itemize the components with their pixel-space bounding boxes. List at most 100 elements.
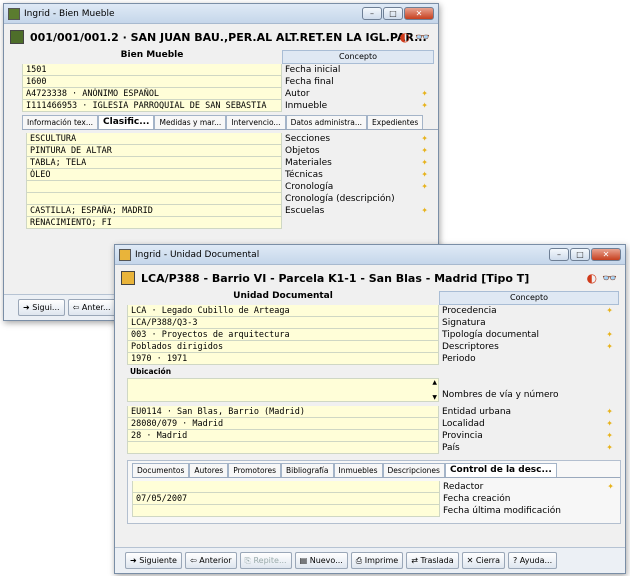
minimize-icon[interactable]: – [362,7,382,20]
tab-4[interactable]: Datos administra... [285,115,368,129]
siguiente-button[interactable]: ➜ Siguiente [125,552,182,569]
lookup-icon[interactable]: ✦ [421,205,428,217]
refresh-icon[interactable]: ◐ [587,271,597,285]
field-label-text: Tipología documental [442,330,539,340]
tab-5[interactable]: Descripciones [382,463,445,477]
field-value[interactable]: RENACIMIENTO; FI [26,217,282,229]
field-row: Fecha última modificación [132,505,620,517]
lookup-icon[interactable]: ✦ [606,341,613,353]
window-title: Ingrid - Bien Mueble [24,8,115,19]
field-value[interactable]: LCA · Legado Cubillo de Arteaga [127,305,439,317]
field-value[interactable]: 1600 [22,76,282,88]
minimize-icon[interactable]: – [549,248,569,261]
field-value[interactable] [26,193,282,205]
scroll-up-icon[interactable]: ▲ [432,379,437,386]
tab-1[interactable]: Autores [189,463,229,477]
field-value[interactable]: LCA/P388/Q3-3 [127,317,439,329]
field-value[interactable]: 003 · Proyectos de arquitectura [127,329,439,341]
lookup-icon[interactable]: ✦ [421,133,428,145]
field-label: Periodo [439,353,619,365]
field-value[interactable] [127,442,439,454]
field-value[interactable]: 07/05/2007 [132,493,440,505]
lookup-icon[interactable]: ✦ [421,145,428,157]
field-label: Provincia ✦ [439,430,619,442]
lookup-icon[interactable]: ✦ [421,169,428,181]
lookup-icon[interactable]: ✦ [607,481,614,493]
lookup-icon[interactable]: ✦ [606,329,613,341]
lookup-icon[interactable]: ✦ [421,157,428,169]
arrow-left-icon: ⇦ [189,556,200,565]
cierra-button[interactable]: ✕ Cierra [461,552,505,569]
lookup-icon[interactable]: ✦ [421,88,428,100]
ubicacion-textarea[interactable]: ▲ ▼ [127,378,439,402]
siguiente-button[interactable]: ➜ Sigui... [18,299,65,316]
lookup-icon[interactable]: ✦ [606,406,613,418]
field-value[interactable]: 28 · Madrid [127,430,439,442]
field-label: Tipología documental ✦ [439,329,619,341]
lookup-icon[interactable]: ✦ [606,430,613,442]
field-value[interactable]: EU0114 · San Blas, Barrio (Madrid) [127,406,439,418]
field-value[interactable]: A4723338 · ANÓNIMO ESPAÑOL [22,88,282,100]
lookup-icon[interactable]: ✦ [606,442,613,454]
repite-button[interactable]: ⎘ Repite... [239,552,292,569]
search-icon[interactable]: 👓 [602,271,617,285]
lookup-icon[interactable]: ✦ [421,100,428,112]
nuevo-button[interactable]: ▤ Nuevo... [294,552,348,569]
anterior-button[interactable]: ⇦ Anter... [67,299,116,316]
record-icon [10,30,24,44]
field-value[interactable] [26,181,282,193]
field-value[interactable]: TABLA; TELA [26,157,282,169]
close-icon[interactable]: ✕ [591,248,621,261]
field-label-text: Objetos [285,146,320,156]
field-label: Fecha creación [440,493,620,505]
tab-3[interactable]: Bibliografía [280,463,334,477]
refresh-icon[interactable]: ◐ [400,30,410,44]
field-value[interactable]: 1970 · 1971 [127,353,439,365]
field-value[interactable]: CASTILLA; ESPAÑA; MADRID [26,205,282,217]
search-icon[interactable]: 👓 [415,30,430,44]
field-value[interactable]: PINTURA DE ALTAR [26,145,282,157]
title-bar[interactable]: Ingrid - Unidad Documental – □ ✕ [115,245,625,265]
maximize-icon[interactable]: □ [570,248,590,261]
field-row: CASTILLA; ESPAÑA; MADRID Escuelas ✦ [26,205,438,217]
tab-6[interactable]: Control de la desc... [444,463,557,477]
field-value[interactable]: 28080/079 · Madrid [127,418,439,430]
field-label-text: Localidad [442,419,485,429]
field-row: País ✦ [127,442,625,454]
tab-4[interactable]: Inmuebles [333,463,383,477]
field-value[interactable]: Poblados dirigidos [127,341,439,353]
lookup-icon[interactable]: ✦ [606,418,613,430]
field-label: Redactor ✦ [440,481,620,493]
field-label: Fecha última modificación [440,505,620,517]
ayuda-button[interactable]: ? Ayuda... [507,552,558,569]
field-label-text: Fecha final [285,77,334,87]
app-icon [8,7,20,20]
field-value[interactable]: I111466953 · IGLESIA PARROQUIAL DE SAN S… [22,100,282,112]
tab-1[interactable]: Clasific... [98,115,155,129]
field-row: LCA/P388/Q3-3 Signatura [127,317,625,329]
field-value[interactable]: ESCULTURA [26,133,282,145]
maximize-icon[interactable]: □ [383,7,403,20]
tab-2[interactable]: Promotores [228,463,281,477]
tab-0[interactable]: Información tex... [22,115,98,129]
close-icon[interactable]: ✕ [404,7,434,20]
traslada-button[interactable]: ⇄ Traslada [406,552,459,569]
field-value[interactable] [132,505,440,517]
anterior-button[interactable]: ⇦ Anterior [184,552,237,569]
field-value[interactable]: 1501 [22,64,282,76]
imprime-button[interactable]: ⎙ Imprime [350,552,404,569]
record-title: LCA/P388 - Barrio VI - Parcela K1-1 - Sa… [141,271,530,285]
tab-5[interactable]: Expedientes [367,115,424,129]
lookup-icon[interactable]: ✦ [606,305,613,317]
field-label: Procedencia ✦ [439,305,619,317]
tab-3[interactable]: Intervencio... [226,115,286,129]
title-bar[interactable]: Ingrid - Bien Mueble – □ ✕ [4,4,438,24]
field-value[interactable] [132,481,440,493]
tab-2[interactable]: Medidas y mar... [154,115,227,129]
field-label: Signatura [439,317,619,329]
tab-0[interactable]: Documentos [132,463,190,477]
lookup-icon[interactable]: ✦ [421,181,428,193]
help-icon: ? [512,556,520,565]
field-value[interactable]: ÓLEO [26,169,282,181]
scroll-down-icon[interactable]: ▼ [432,394,437,401]
